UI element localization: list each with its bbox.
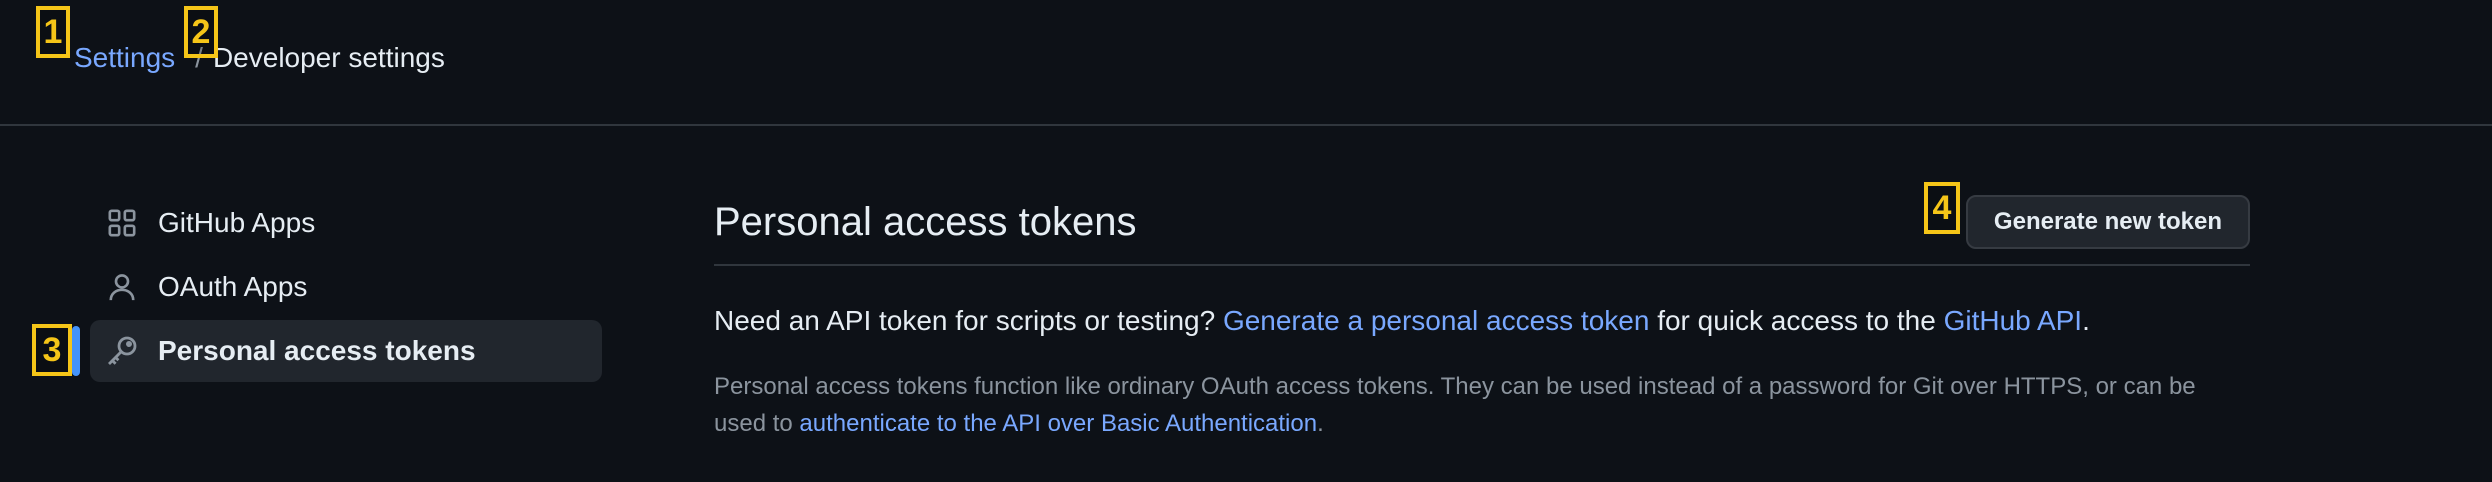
key-icon	[106, 335, 138, 367]
header-bar: Settings / Developer settings	[0, 0, 2492, 126]
breadcrumb: Settings / Developer settings	[74, 38, 445, 78]
sidebar: GitHub Apps OAuth Apps Personal access t…	[90, 192, 602, 384]
annotation-marker-1: 1	[36, 6, 70, 58]
intro-text-part: .	[2082, 305, 2090, 336]
sidebar-item-github-apps[interactable]: GitHub Apps	[90, 192, 602, 254]
active-item-indicator	[72, 326, 80, 376]
description-text: Personal access tokens function like ord…	[714, 368, 2254, 442]
description-text-part: .	[1317, 410, 1324, 437]
sidebar-item-oauth-apps[interactable]: OAuth Apps	[90, 256, 602, 318]
person-icon	[106, 271, 138, 303]
generate-new-token-button[interactable]: Generate new token	[1965, 195, 2250, 249]
apps-grid-icon	[106, 207, 138, 239]
main-content: Personal access tokens Generate new toke…	[714, 180, 2250, 466]
annotation-marker-3: 3	[32, 324, 72, 376]
developer-settings-page: Settings / Developer settings 1 2 3 4 Gi…	[0, 0, 2492, 482]
sidebar-item-personal-access-tokens[interactable]: Personal access tokens	[90, 320, 602, 382]
intro-text-part: Need an API token for scripts or testing…	[714, 305, 1223, 336]
intro-text-part: for quick access to the	[1649, 305, 1944, 336]
intro-text: Need an API token for scripts or testing…	[714, 302, 2250, 340]
breadcrumb-current: Developer settings	[212, 42, 445, 73]
sidebar-item-label: Personal access tokens	[158, 335, 476, 366]
sidebar-item-label: GitHub Apps	[158, 207, 316, 238]
basic-auth-link[interactable]: authenticate to the API over Basic Authe…	[799, 410, 1317, 437]
github-api-link[interactable]: GitHub API	[1944, 305, 2083, 336]
sidebar-item-label: OAuth Apps	[158, 271, 308, 302]
breadcrumb-settings-link[interactable]: Settings	[74, 42, 175, 74]
section-header: Personal access tokens Generate new toke…	[714, 180, 2250, 266]
annotation-marker-2: 2	[184, 6, 218, 58]
generate-token-link[interactable]: Generate a personal access token	[1223, 305, 1649, 336]
page-title: Personal access tokens	[714, 199, 1137, 244]
